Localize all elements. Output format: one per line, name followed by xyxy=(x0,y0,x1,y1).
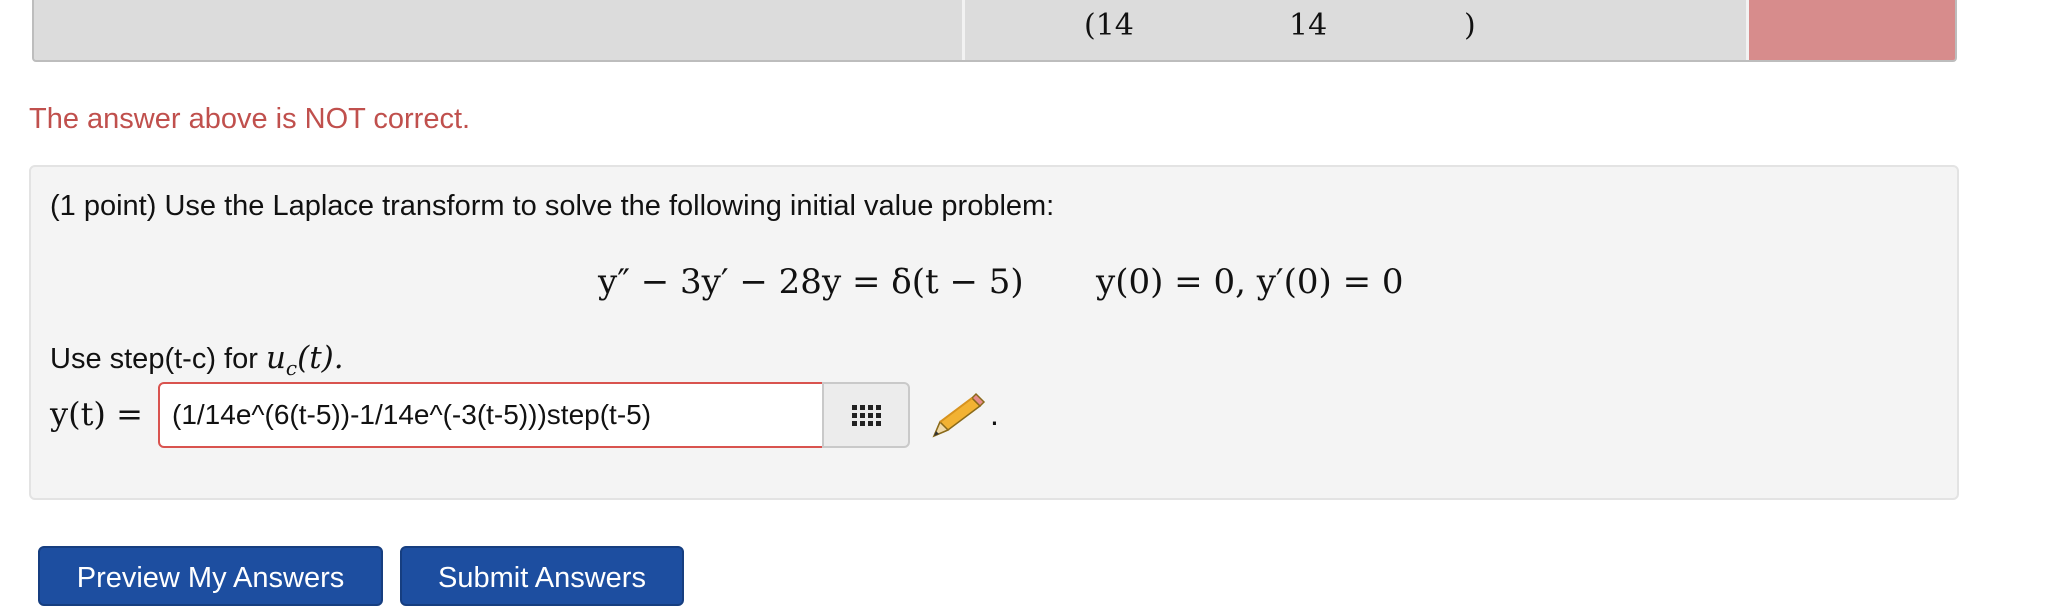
trailing-period: . xyxy=(990,396,999,432)
preview-answers-button[interactable]: Preview My Answers xyxy=(38,546,383,606)
equation-palette-button[interactable] xyxy=(822,382,910,448)
error-message: The answer above is NOT correct. xyxy=(29,103,471,135)
table-column-divider xyxy=(962,0,965,60)
grid-icon xyxy=(851,404,881,426)
table-cell-fragment: 14 xyxy=(1289,8,1328,43)
hint-text: Use step(t-c) for uc(t). xyxy=(50,340,344,380)
answer-input[interactable] xyxy=(158,382,824,448)
hint-math-arg: (t). xyxy=(297,340,344,376)
incorrect-status-cell xyxy=(1749,0,1955,60)
hint-math-base: u xyxy=(265,340,286,376)
equation-text: y″ − 3y′ − 28y = δ(t − 5) xyxy=(598,262,1024,302)
differential-equation: y″ − 3y′ − 28y = δ(t − 5) y(0) = 0, y′(0… xyxy=(598,262,1404,302)
hint-math: uc(t). xyxy=(265,340,344,380)
hint-math-sub: c xyxy=(285,356,298,381)
submit-answers-button[interactable]: Submit Answers xyxy=(400,546,684,606)
problem-statement: (1 point) Use the Laplace transform to s… xyxy=(50,190,1055,222)
results-table: (14 14 ) xyxy=(32,0,1957,62)
pencil-icon[interactable] xyxy=(928,392,986,442)
table-cell-fragment: (14 xyxy=(1084,8,1134,43)
table-cell-fragment: ) xyxy=(1464,8,1476,43)
initial-conditions: y(0) = 0, y′(0) = 0 xyxy=(1096,262,1404,302)
answer-label: y(t) = xyxy=(50,395,143,433)
hint-prefix: Use step(t-c) for xyxy=(50,343,266,375)
